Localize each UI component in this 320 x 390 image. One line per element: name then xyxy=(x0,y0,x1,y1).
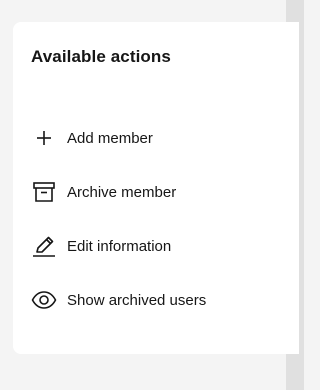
archive-member-action[interactable]: Archive member xyxy=(31,179,281,205)
pencil-icon xyxy=(31,233,57,259)
available-actions-panel: Available actions Add member Archive mem… xyxy=(13,22,299,354)
add-member-action[interactable]: Add member xyxy=(31,125,281,151)
show-archived-users-label: Show archived users xyxy=(67,291,207,309)
show-archived-users-action[interactable]: Show archived users xyxy=(31,287,281,313)
panel-title: Available actions xyxy=(31,47,171,66)
archive-box-icon xyxy=(31,179,57,205)
plus-icon xyxy=(31,125,57,151)
add-member-label: Add member xyxy=(67,129,153,147)
edit-information-action[interactable]: Edit information xyxy=(31,233,281,259)
archive-member-label: Archive member xyxy=(67,183,177,201)
eye-icon xyxy=(31,287,57,313)
edit-information-label: Edit information xyxy=(67,237,172,255)
